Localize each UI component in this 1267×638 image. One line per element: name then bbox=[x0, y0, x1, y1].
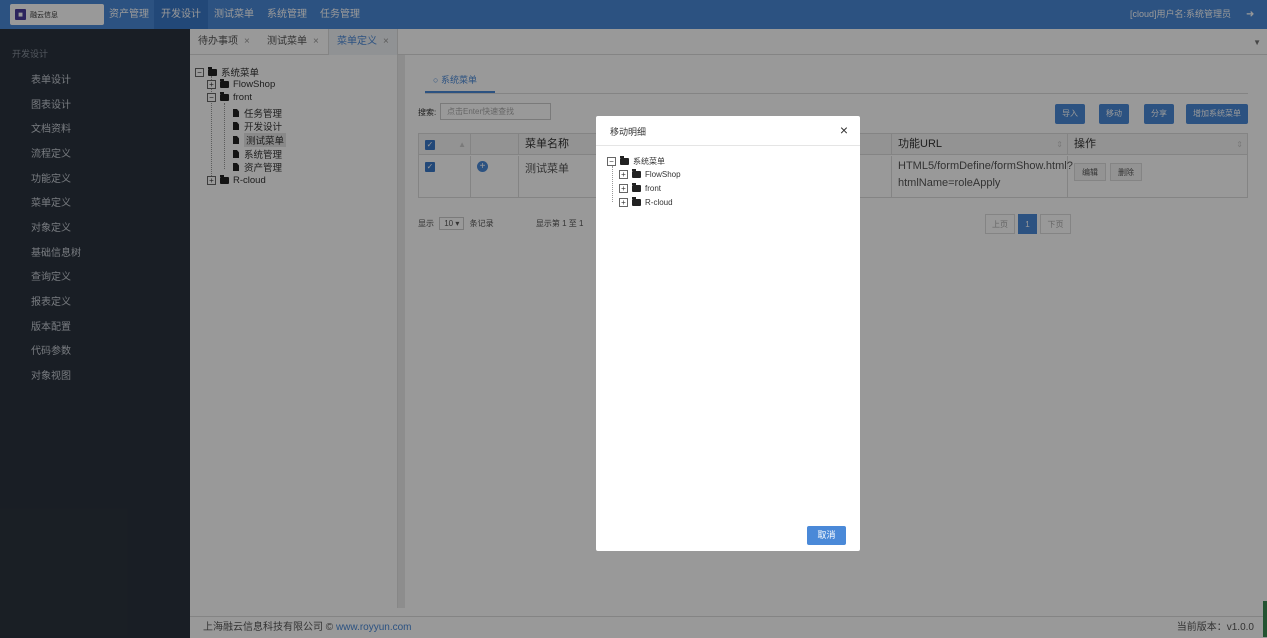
folder-open-icon bbox=[620, 156, 629, 165]
dialog-header: 移动明细 × bbox=[596, 116, 860, 146]
dialog-tree-rcloud[interactable]: + R-cloud bbox=[619, 197, 673, 207]
move-detail-dialog: 移动明细 × − 系统菜单 + FlowShop + front + R-cloud 取… bbox=[596, 116, 860, 551]
close-icon[interactable]: × bbox=[840, 123, 848, 137]
expand-icon[interactable]: + bbox=[619, 170, 628, 179]
cancel-button[interactable]: 取消 bbox=[807, 526, 846, 545]
collapse-icon[interactable]: − bbox=[607, 157, 616, 166]
folder-icon bbox=[632, 183, 641, 192]
dialog-tree-front[interactable]: + front bbox=[619, 183, 661, 193]
expand-icon[interactable]: + bbox=[619, 198, 628, 207]
dialog-tree-flowshop[interactable]: + FlowShop bbox=[619, 169, 681, 179]
dialog-tree-root[interactable]: − 系统菜单 bbox=[607, 156, 665, 167]
folder-icon bbox=[632, 169, 641, 178]
expand-icon[interactable]: + bbox=[619, 184, 628, 193]
folder-icon bbox=[632, 197, 641, 206]
dialog-title: 移动明细 bbox=[610, 127, 647, 137]
